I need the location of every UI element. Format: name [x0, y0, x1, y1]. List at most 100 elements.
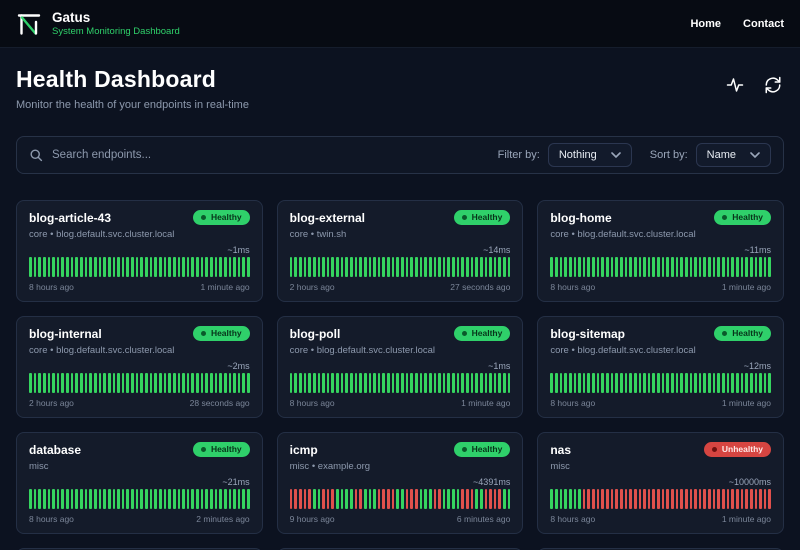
uptime-bar[interactable]: [689, 373, 693, 393]
uptime-bar[interactable]: [708, 373, 711, 393]
uptime-bar[interactable]: [391, 373, 395, 393]
uptime-bar[interactable]: [52, 489, 55, 509]
uptime-bar[interactable]: [624, 489, 628, 509]
uptime-bar[interactable]: [475, 489, 478, 509]
uptime-bar[interactable]: [652, 489, 656, 509]
uptime-bar[interactable]: [410, 257, 413, 277]
uptime-bar[interactable]: [475, 257, 478, 277]
uptime-bar[interactable]: [89, 489, 92, 509]
uptime-bar[interactable]: [643, 257, 646, 277]
uptime-bar[interactable]: [657, 489, 660, 509]
uptime-bar[interactable]: [768, 257, 772, 277]
uptime-bar[interactable]: [610, 489, 614, 509]
uptime-bar[interactable]: [410, 489, 413, 509]
endpoint-card[interactable]: blog-home Healthy core • blog.default.sv…: [537, 200, 784, 302]
uptime-bar[interactable]: [493, 373, 497, 393]
uptime-bar[interactable]: [359, 489, 362, 509]
uptime-bar[interactable]: [666, 489, 669, 509]
uptime-bar[interactable]: [442, 257, 446, 277]
uptime-bar[interactable]: [223, 373, 227, 393]
uptime-bar[interactable]: [247, 489, 250, 509]
uptime-bar[interactable]: [340, 257, 344, 277]
uptime-bar[interactable]: [177, 373, 181, 393]
uptime-bar[interactable]: [294, 489, 297, 509]
uptime-bars[interactable]: [289, 373, 511, 393]
uptime-bar[interactable]: [726, 373, 730, 393]
uptime-bar[interactable]: [596, 489, 600, 509]
uptime-bar[interactable]: [401, 489, 404, 509]
uptime-bar[interactable]: [559, 489, 563, 509]
uptime-bar[interactable]: [670, 257, 674, 277]
uptime-bar[interactable]: [66, 489, 69, 509]
uptime-bar[interactable]: [740, 373, 744, 393]
uptime-bar[interactable]: [619, 257, 623, 277]
uptime-bar[interactable]: [428, 489, 432, 509]
uptime-bar[interactable]: [568, 373, 572, 393]
uptime-bar[interactable]: [340, 489, 344, 509]
uptime-bar[interactable]: [684, 257, 688, 277]
uptime-bar[interactable]: [470, 489, 474, 509]
uptime-bar[interactable]: [461, 257, 464, 277]
uptime-bar[interactable]: [196, 373, 199, 393]
uptime-bar[interactable]: [84, 489, 88, 509]
uptime-bars[interactable]: [29, 489, 250, 509]
uptime-bar[interactable]: [93, 373, 97, 393]
uptime-bar[interactable]: [52, 257, 55, 277]
uptime-bar[interactable]: [726, 257, 730, 277]
uptime-bar[interactable]: [191, 257, 195, 277]
uptime-bar[interactable]: [80, 489, 83, 509]
uptime-bar[interactable]: [410, 373, 413, 393]
uptime-bar[interactable]: [424, 257, 427, 277]
uptime-bar[interactable]: [326, 373, 330, 393]
uptime-bar[interactable]: [694, 489, 697, 509]
uptime-bar[interactable]: [498, 373, 502, 393]
uptime-bar[interactable]: [587, 489, 591, 509]
uptime-bar[interactable]: [354, 489, 358, 509]
uptime-bar[interactable]: [228, 257, 232, 277]
uptime-bar[interactable]: [573, 257, 577, 277]
uptime-bar[interactable]: [587, 257, 591, 277]
uptime-bar[interactable]: [107, 489, 111, 509]
uptime-bar[interactable]: [223, 257, 227, 277]
uptime-bar[interactable]: [349, 489, 353, 509]
uptime-bar[interactable]: [433, 489, 437, 509]
uptime-bar[interactable]: [675, 373, 679, 393]
uptime-bar[interactable]: [615, 257, 618, 277]
endpoint-card[interactable]: nas Unhealthy misc ~10000ms 8 hours ago …: [537, 432, 784, 534]
uptime-bar[interactable]: [470, 257, 474, 277]
uptime-bar[interactable]: [322, 489, 325, 509]
uptime-bar[interactable]: [303, 489, 307, 509]
uptime-bar[interactable]: [489, 257, 492, 277]
refresh-icon[interactable]: [762, 74, 784, 96]
uptime-bar[interactable]: [56, 489, 60, 509]
uptime-bar[interactable]: [433, 257, 437, 277]
uptime-bar[interactable]: [703, 257, 707, 277]
uptime-bar[interactable]: [684, 489, 688, 509]
uptime-bar[interactable]: [606, 257, 609, 277]
uptime-bar[interactable]: [759, 373, 762, 393]
uptime-bar[interactable]: [131, 489, 134, 509]
uptime-bar[interactable]: [647, 257, 651, 277]
uptime-bar[interactable]: [126, 489, 130, 509]
uptime-bar[interactable]: [345, 257, 348, 277]
uptime-bar[interactable]: [578, 373, 581, 393]
uptime-bar[interactable]: [377, 257, 381, 277]
uptime-bar[interactable]: [205, 489, 208, 509]
uptime-bar[interactable]: [163, 257, 167, 277]
uptime-bar[interactable]: [684, 373, 688, 393]
uptime-bar[interactable]: [70, 373, 74, 393]
uptime-bar[interactable]: [749, 257, 753, 277]
uptime-bar[interactable]: [661, 257, 665, 277]
uptime-bar[interactable]: [308, 489, 311, 509]
uptime-bar[interactable]: [242, 373, 246, 393]
uptime-bar[interactable]: [298, 373, 302, 393]
uptime-bar[interactable]: [322, 257, 325, 277]
uptime-bar[interactable]: [456, 257, 460, 277]
uptime-bar[interactable]: [42, 373, 46, 393]
uptime-bars[interactable]: [550, 489, 772, 509]
uptime-bar[interactable]: [52, 373, 55, 393]
uptime-bar[interactable]: [475, 373, 478, 393]
uptime-bar[interactable]: [70, 257, 74, 277]
uptime-bar[interactable]: [158, 489, 162, 509]
uptime-bar[interactable]: [228, 373, 232, 393]
